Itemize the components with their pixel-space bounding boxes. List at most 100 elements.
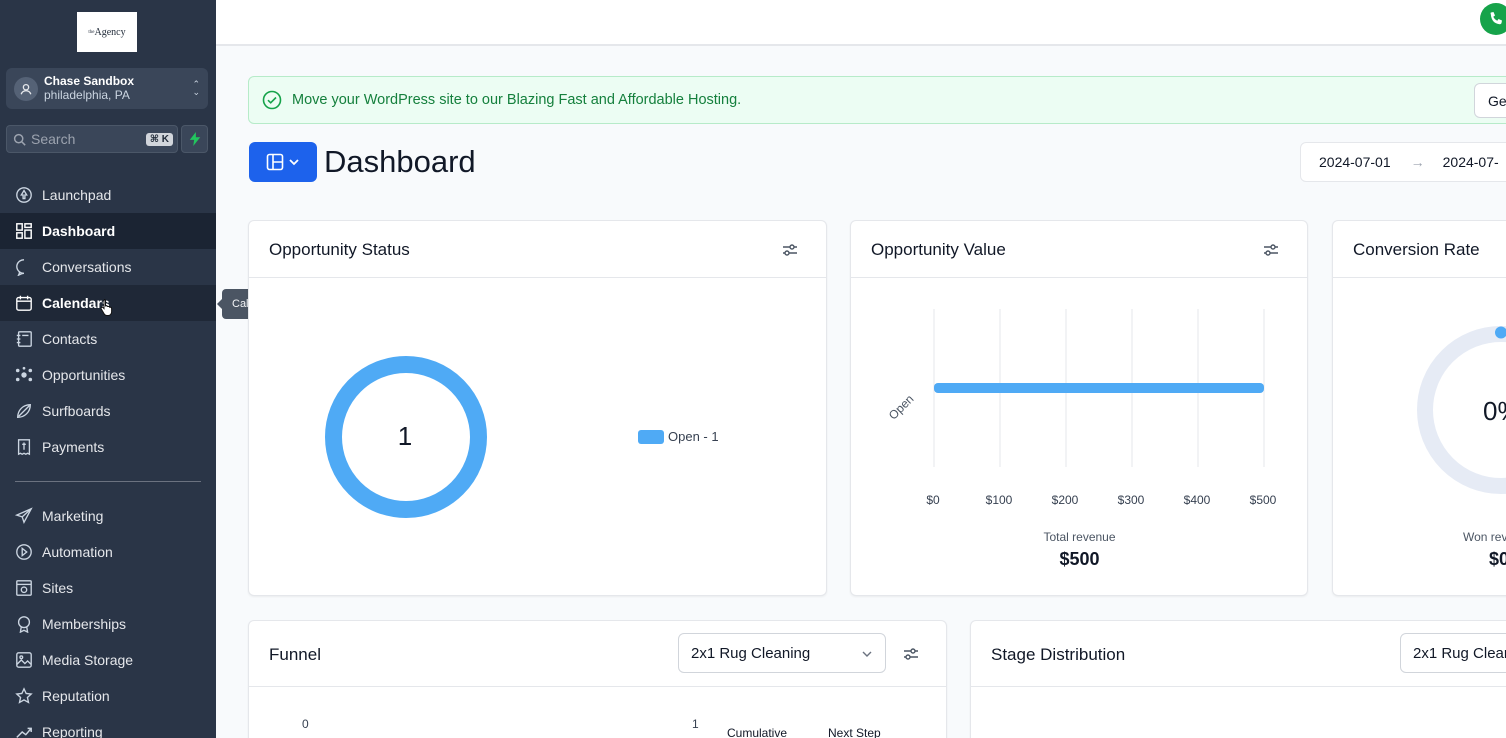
legend-swatch — [638, 429, 664, 444]
date-start: 2024-07-01 — [1319, 154, 1391, 170]
logo-text: Agency — [94, 26, 126, 38]
sidebar-item-label: Conversations — [42, 259, 132, 275]
sidebar-item-label: Launchpad — [42, 187, 112, 203]
sidebar-item-label: Sites — [42, 580, 74, 596]
sidebar-item-conversations[interactable]: Conversations — [0, 249, 216, 285]
funnel-axis-start: 0 — [302, 717, 309, 731]
funnel-card: Funnel 2x1 Rug Cleaning 0 1 Cumulative N… — [248, 620, 947, 738]
card-title: Funnel — [269, 645, 321, 664]
sidebar-item-label: Dashboard — [42, 223, 116, 239]
bar-open[interactable] — [934, 383, 1264, 393]
sliders-icon[interactable] — [781, 241, 799, 259]
sidebar-item-marketing[interactable]: Marketing — [0, 498, 216, 534]
send-icon — [15, 507, 33, 525]
layout-icon — [266, 153, 284, 171]
surfboard-icon — [17, 404, 31, 418]
y-axis-label: Open — [886, 392, 917, 423]
browser-icon — [16, 580, 32, 596]
legend-label: Open - 1 — [668, 429, 719, 444]
x-tick: $300 — [1117, 493, 1145, 507]
col-cumulative: Cumulative — [727, 726, 788, 738]
x-tick: $500 — [1249, 493, 1277, 507]
pipeline-select[interactable]: 2x1 Rug Clean — [1400, 633, 1506, 673]
sidebar-item-payments[interactable]: Payments — [0, 429, 216, 465]
sidebar-item-label: Automation — [42, 544, 113, 560]
x-tick: $0 — [926, 493, 940, 507]
sidebar-item-label: Memberships — [42, 616, 127, 632]
opportunity-status-card: Opportunity Status 1 Open - 1 — [248, 220, 827, 596]
stage-distribution-card: Stage Distribution 2x1 Rug Clean — [970, 620, 1506, 738]
total-revenue-value: $500 — [1059, 549, 1100, 569]
sidebar-item-opportunities[interactable]: Opportunities — [0, 357, 216, 393]
donut-center-value: 1 — [397, 421, 413, 451]
sidebar-item-automation[interactable]: Automation — [0, 534, 216, 570]
sidebar-item-label: Reporting — [42, 724, 103, 738]
phone-icon — [1490, 12, 1502, 25]
sidebar-item-label: Marketing — [42, 508, 104, 524]
network-icon — [15, 366, 33, 382]
agency-logo[interactable]: the Agency — [77, 12, 137, 52]
sidebar-item-label: Surfboards — [42, 403, 111, 419]
search-shortcut: ⌘ K — [145, 132, 173, 146]
conversion-value: 0% — [1483, 396, 1506, 426]
grid-icon — [16, 223, 32, 239]
account-switcher[interactable]: Chase Sandbox philadelphia, PA ⌃ ⌄ — [6, 68, 208, 109]
rocket-icon — [16, 187, 32, 203]
sidebar-item-label: Opportunities — [42, 367, 126, 383]
chevron-down-icon — [289, 159, 299, 166]
card-header: Opportunity Status — [249, 221, 826, 278]
search-icon — [13, 133, 26, 146]
won-revenue-value: $0 — [1489, 549, 1506, 569]
hosting-banner: Move your WordPress site to our Blazing … — [248, 76, 1506, 124]
bolt-icon — [189, 132, 200, 146]
x-tick: $100 — [985, 493, 1013, 507]
sidebar-item-label: Media Storage — [42, 652, 134, 668]
date-end: 2024-07- — [1442, 154, 1499, 170]
col-next-step: Next Step — [828, 726, 881, 738]
total-revenue-label: Total revenue — [1043, 530, 1116, 544]
account-location: philadelphia, PA — [44, 88, 130, 102]
chevron-down-icon — [862, 651, 872, 657]
quick-action-button[interactable] — [181, 125, 208, 153]
dashboard-switcher-button[interactable] — [249, 142, 317, 182]
sidebar-item-label: Payments — [42, 439, 105, 455]
conversion-rate-card: Conversion Rate 0% Won rev $0 — [1332, 220, 1506, 596]
badge-icon — [17, 616, 31, 633]
sidebar-item-reputation[interactable]: Reputation — [0, 678, 216, 714]
banner-cta-button[interactable]: Ge — [1474, 83, 1506, 118]
sidebar-item-contacts[interactable]: Contacts — [0, 321, 216, 357]
trend-icon — [16, 727, 32, 738]
account-name: Chase Sandbox — [44, 74, 135, 88]
sidebar-item-media-storage[interactable]: Media Storage — [0, 642, 216, 678]
sidebar-item-label: Reputation — [42, 688, 110, 704]
receipt-icon — [17, 439, 31, 456]
chart-legend[interactable]: Open - 1 — [638, 429, 719, 444]
calendar-icon — [16, 295, 32, 311]
page-title: Dashboard — [324, 144, 476, 179]
check-circle-icon — [262, 90, 282, 110]
sidebar-item-surfboards[interactable]: Surfboards — [0, 393, 216, 429]
sidebar-item-reporting[interactable]: Reporting — [0, 714, 216, 738]
phone-button[interactable] — [1480, 3, 1506, 35]
banner-text: Move your WordPress site to our Blazing … — [292, 92, 742, 108]
sidebar-item-dashboard[interactable]: Dashboard — [0, 213, 216, 249]
sidebar-item-memberships[interactable]: Memberships — [0, 606, 216, 642]
card-header: Stage Distribution 2x1 Rug Clean — [971, 621, 1506, 687]
pipeline-select[interactable]: 2x1 Rug Cleaning — [678, 633, 886, 673]
select-value: 2x1 Rug Cleaning — [691, 644, 811, 662]
sidebar-item-sites[interactable]: Sites — [0, 570, 216, 606]
card-title: Stage Distribution — [991, 645, 1126, 664]
chat-icon — [16, 259, 25, 276]
top-bar — [216, 0, 1506, 46]
date-range-picker[interactable]: 2024-07-01 → 2024-07- — [1300, 142, 1506, 182]
search-input[interactable]: Search ⌘ K — [6, 125, 178, 153]
card-title: Conversion Rate — [1353, 240, 1480, 259]
won-revenue-label: Won rev — [1463, 530, 1506, 544]
sidebar-item-launchpad[interactable]: Launchpad — [0, 177, 216, 213]
card-title: Opportunity Status — [269, 240, 410, 259]
sliders-icon[interactable] — [902, 645, 920, 663]
star-icon — [15, 687, 33, 704]
hand-cursor-icon — [100, 299, 113, 316]
sidebar-item-label: Contacts — [42, 331, 98, 347]
search-placeholder: Search — [31, 131, 76, 147]
